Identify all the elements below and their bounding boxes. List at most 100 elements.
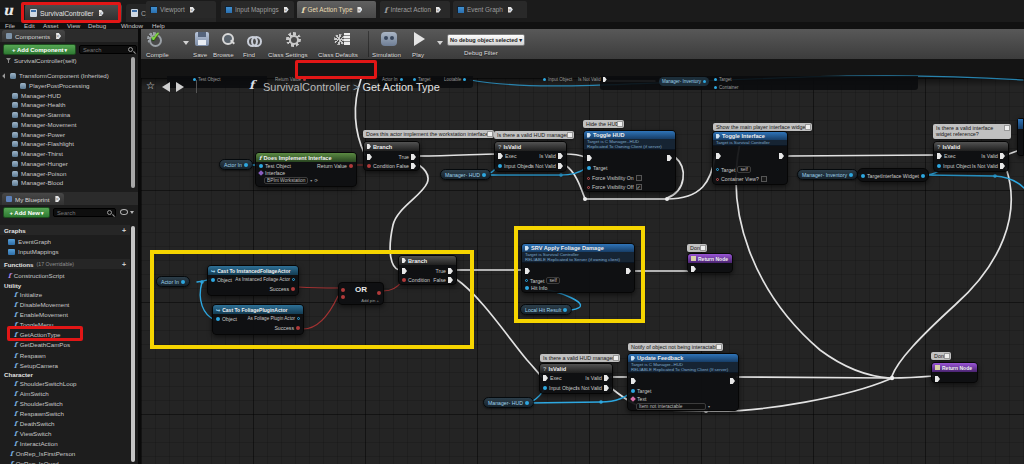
tab-viewport[interactable]: Viewport× — [146, 1, 216, 18]
blueprint-row-fn[interactable]: fRespawn — [14, 351, 46, 360]
compile-button[interactable]: ✓ — [146, 31, 163, 47]
blueprint-row-fn[interactable]: fShoulderSwitch — [14, 399, 63, 408]
blueprint-row-fn[interactable]: fOnRep_IsQuad — [10, 459, 59, 464]
graph-icon — [8, 249, 15, 255]
node-isvalid[interactable]: ?IsValid Exec Is Valid Input Object Is N… — [494, 141, 567, 172]
debug-object-select[interactable]: No debug object selected ▾ — [447, 34, 525, 46]
node-toggle-interface[interactable]: Toggle Interface Target is Survival Cont… — [712, 131, 788, 185]
component-row[interactable]: Manager-HUD — [12, 91, 61, 100]
blueprint-row-fn[interactable]: fOnRep_IsFirstPerson — [10, 449, 75, 458]
breadcrumb[interactable]: SurvivalController > Get Action Type — [263, 81, 440, 93]
component-row[interactable]: Manager-Flashlight — [12, 139, 74, 148]
node-return[interactable]: Return Node — [931, 362, 978, 383]
node-toggle-hud[interactable]: Toggle HUD Target is C Manager--HUD Repl… — [583, 130, 676, 192]
component-row[interactable]: Manager-Thirst — [12, 149, 63, 158]
function-icon: f — [10, 450, 13, 458]
tab-interact-action[interactable]: fInteract Action× — [380, 1, 450, 18]
character-category[interactable]: Character — [4, 370, 33, 379]
graphs-section[interactable]: Graphs+ — [0, 225, 130, 235]
back-arrow-icon[interactable] — [162, 82, 170, 92]
blueprint-row-inputmappings[interactable]: InputMappings — [8, 247, 59, 256]
tab-event-graph[interactable]: Event Graph× — [453, 1, 527, 18]
close-icon[interactable]: × — [55, 196, 60, 202]
component-row[interactable]: SurvivalController(self) — [6, 56, 77, 65]
blueprint-row-fn[interactable]: fRespawnSwitch — [14, 409, 64, 418]
blueprint-row-fn[interactable]: fShoulderSwitchLoop — [14, 379, 77, 388]
blueprint-row-fn[interactable]: fInteractAction — [14, 439, 58, 448]
myblueprint-panel-tab[interactable]: My Blueprint × — [2, 193, 64, 205]
simulation-button[interactable] — [381, 32, 397, 46]
filter-eye-icon[interactable] — [120, 209, 128, 215]
component-row[interactable]: Manager-Blood — [12, 178, 63, 187]
tab-input-mappings[interactable]: Input Mappings× — [221, 1, 294, 18]
node-isvalid[interactable]: ?IsValid Exec Is Valid Input Object Is N… — [933, 141, 1009, 172]
component-icon — [12, 102, 18, 108]
browse-button[interactable] — [221, 32, 235, 46]
class-settings-button[interactable] — [286, 32, 301, 47]
component-row[interactable]: Manager-Power — [12, 130, 65, 139]
myblueprint-search-input[interactable]: Search — [53, 208, 116, 217]
comment-bubble: Done. — [931, 352, 951, 360]
function-icon: f — [14, 380, 17, 388]
blueprint-row-fn[interactable]: fEnableMovement — [14, 310, 68, 319]
add-graph-button[interactable]: + — [122, 227, 126, 234]
menu-asset[interactable]: Asset — [43, 22, 58, 29]
blueprint-row-fn[interactable]: fDeathSwitch — [14, 419, 55, 428]
component-row[interactable]: Manager-Hunger — [12, 159, 68, 168]
components-scrollbar[interactable] — [131, 57, 135, 188]
component-row[interactable]: Manager-Poison — [12, 169, 66, 178]
blueprint-row-eventgraph[interactable]: EventGraph — [8, 237, 51, 246]
blueprint-row-fn[interactable]: fAimSwitch — [14, 389, 49, 398]
annotation-yellow-box-srv — [514, 226, 645, 323]
blueprint-row-fn[interactable]: fGetDeathCamPos — [14, 340, 70, 349]
node-isvalid[interactable]: ?IsValid Exec Is Valid Input Object Is N… — [539, 363, 613, 394]
chevron-down-icon[interactable] — [130, 211, 134, 214]
components-search-input[interactable]: Search — [79, 45, 137, 54]
play-button[interactable] — [414, 32, 425, 46]
menu-help[interactable]: Help — [152, 22, 165, 29]
myblueprint-scrollbar[interactable] — [131, 226, 135, 462]
expander-icon[interactable] — [2, 73, 8, 79]
utility-category[interactable]: Utility — [4, 281, 21, 290]
node-update-feedback[interactable]: Update Feedback Target is C Manager--HUD… — [627, 353, 739, 411]
functions-section[interactable]: Functions(17 Overridable)+ — [0, 259, 130, 269]
play-options-caret[interactable] — [437, 41, 443, 45]
component-row[interactable]: TransformComponent (Inherited) — [3, 71, 109, 80]
blueprint-row-fn[interactable]: fViewSwitch — [14, 429, 51, 438]
blueprint-row-fn[interactable]: fInitialize — [14, 290, 42, 299]
compile-options-caret[interactable] — [183, 41, 189, 45]
add-component-button[interactable]: + Add Component▾ — [3, 44, 76, 55]
annotation-yellow-box-casts — [150, 250, 474, 349]
pill-manager-hud[interactable]: Manager- HUD — [440, 169, 491, 180]
component-row[interactable]: Manager-Health — [12, 100, 65, 109]
node-return[interactable]: Return Node — [687, 253, 733, 273]
component-row[interactable]: PlayerPostProcessing — [20, 81, 90, 90]
node-does-implement-interface[interactable]: fDoes Implement Interface Test Object Re… — [255, 152, 357, 187]
node-get-interface-widget[interactable]: Target Interface Widget — [857, 168, 929, 182]
tab-get-action-type[interactable]: fGet Action Type× — [297, 1, 376, 18]
save-button[interactable] — [195, 32, 209, 46]
pill-manager-hud[interactable]: Manager- HUD — [483, 397, 534, 408]
forward-arrow-icon[interactable] — [176, 82, 184, 92]
menu-view[interactable]: View — [67, 22, 80, 29]
find-button[interactable] — [247, 33, 262, 46]
favorite-star-icon[interactable]: ☆ — [146, 80, 155, 91]
add-new-button[interactable]: + Add New▾ — [3, 207, 50, 218]
blueprint-row-fn[interactable]: fSetupCamera — [14, 361, 58, 370]
blueprint-row-constructionscript[interactable]: fConstructionScript — [8, 271, 64, 280]
blueprint-row-fn[interactable]: fDisableMovement — [14, 300, 69, 309]
menu-file[interactable]: File — [5, 22, 15, 29]
component-row[interactable]: Manager-Movement — [12, 120, 76, 129]
menu-debug[interactable]: Debug — [88, 22, 106, 29]
node-cut-off[interactable] — [1017, 118, 1024, 156]
menu-edit[interactable]: Edit — [24, 22, 35, 29]
components-panel-tab[interactable]: Components × — [2, 30, 65, 42]
component-row[interactable]: Manager-Stamina — [12, 110, 70, 119]
close-icon[interactable]: × — [56, 33, 61, 39]
node-branch[interactable]: Branch True Condition False — [363, 141, 420, 171]
add-function-button[interactable]: + — [122, 261, 126, 268]
class-defaults-button[interactable] — [334, 32, 350, 47]
pill-actor-in[interactable]: Actor In — [219, 159, 253, 170]
menu-window[interactable]: Window — [121, 22, 143, 29]
pill-manager-inventory[interactable]: Manager- Inventory — [797, 169, 858, 180]
